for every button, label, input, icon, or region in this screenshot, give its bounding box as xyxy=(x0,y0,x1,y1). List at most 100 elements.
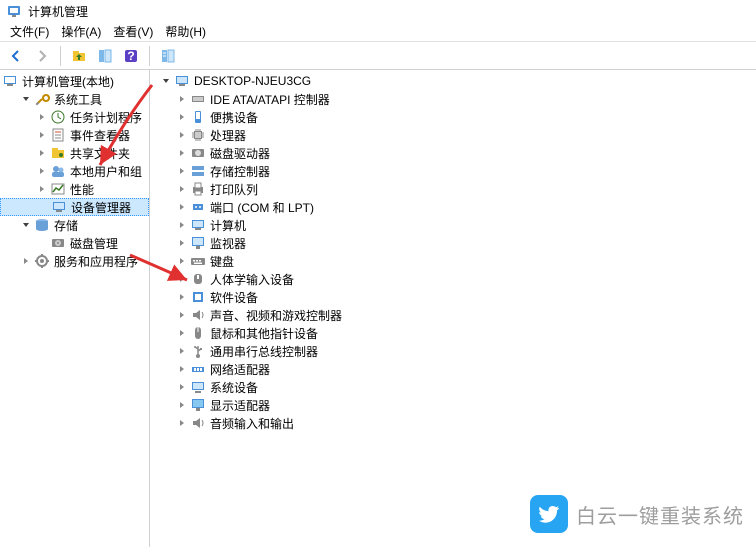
monitor-icon xyxy=(190,235,206,251)
device-category[interactable]: 存储控制器 xyxy=(150,162,756,180)
chevron-right-icon[interactable] xyxy=(174,397,190,413)
sidebar-group-label: 服务和应用程序 xyxy=(54,253,138,270)
chevron-right-icon[interactable] xyxy=(174,181,190,197)
sidebar-group[interactable]: 存储 xyxy=(0,216,149,234)
device-category-label: 软件设备 xyxy=(210,289,258,306)
svg-text:?: ? xyxy=(127,49,134,63)
event-icon xyxy=(50,127,66,143)
chevron-right-icon[interactable] xyxy=(174,415,190,431)
sidebar-item[interactable]: 性能 xyxy=(0,180,149,198)
chevron-right-icon[interactable] xyxy=(174,163,190,179)
sidebar-item[interactable]: 共享文件夹 xyxy=(0,144,149,162)
sidebar-item[interactable]: 事件查看器 xyxy=(0,126,149,144)
device-tree: DESKTOP-NJEU3CG IDE ATA/ATAPI 控制器便携设备处理器… xyxy=(150,70,756,547)
chevron-right-icon[interactable] xyxy=(174,109,190,125)
device-category-label: 磁盘驱动器 xyxy=(210,145,270,162)
device-category[interactable]: 通用串行总线控制器 xyxy=(150,342,756,360)
chevron-right-icon[interactable] xyxy=(174,145,190,161)
menu-action[interactable]: 操作(A) xyxy=(55,21,107,42)
chevron-right-icon[interactable] xyxy=(174,253,190,269)
device-category[interactable]: 音频输入和输出 xyxy=(150,414,756,432)
device-category[interactable]: 声音、视频和游戏控制器 xyxy=(150,306,756,324)
sidebar-group[interactable]: 系统工具 xyxy=(0,90,149,108)
port-icon xyxy=(190,199,206,215)
forward-button[interactable] xyxy=(30,44,54,68)
sidebar-item[interactable]: 设备管理器 xyxy=(0,198,149,216)
chevron-right-icon[interactable] xyxy=(174,235,190,251)
software-icon xyxy=(190,289,206,305)
device-category[interactable]: 键盘 xyxy=(150,252,756,270)
sidebar-root-label: 计算机管理(本地) xyxy=(22,73,114,90)
chevron-right-icon[interactable] xyxy=(174,199,190,215)
sidebar-group[interactable]: 服务和应用程序 xyxy=(0,252,149,270)
tools-icon xyxy=(34,91,50,107)
device-category-label: IDE ATA/ATAPI 控制器 xyxy=(210,91,330,108)
chevron-right-icon[interactable] xyxy=(174,379,190,395)
chevron-right-icon[interactable] xyxy=(174,289,190,305)
keyboard-icon xyxy=(190,253,206,269)
up-button[interactable] xyxy=(67,44,91,68)
chevron-down-icon[interactable] xyxy=(18,217,34,233)
device-category[interactable]: 系统设备 xyxy=(150,378,756,396)
device-category[interactable]: IDE ATA/ATAPI 控制器 xyxy=(150,90,756,108)
sidebar-item-label: 本地用户和组 xyxy=(70,163,142,180)
device-category[interactable]: 端口 (COM 和 LPT) xyxy=(150,198,756,216)
chevron-right-icon[interactable] xyxy=(34,145,50,161)
device-root[interactable]: DESKTOP-NJEU3CG xyxy=(150,72,756,90)
device-category-label: 打印队列 xyxy=(210,181,258,198)
show-hide-button[interactable] xyxy=(93,44,117,68)
sidebar-group-label: 存储 xyxy=(54,217,78,234)
properties-button[interactable] xyxy=(156,44,180,68)
sidebar-item[interactable]: 本地用户和组 xyxy=(0,162,149,180)
chevron-right-icon[interactable] xyxy=(174,307,190,323)
back-button[interactable] xyxy=(4,44,28,68)
chevron-down-icon[interactable] xyxy=(158,73,174,89)
toolbar-separator xyxy=(149,46,150,66)
chevron-right-icon[interactable] xyxy=(174,271,190,287)
chevron-right-icon[interactable] xyxy=(174,217,190,233)
device-category[interactable]: 便携设备 xyxy=(150,108,756,126)
device-category[interactable]: 计算机 xyxy=(150,216,756,234)
device-category[interactable]: 显示适配器 xyxy=(150,396,756,414)
chevron-right-icon[interactable] xyxy=(174,361,190,377)
storage-ctrl-icon xyxy=(190,163,206,179)
chevron-down-icon[interactable] xyxy=(18,91,34,107)
sidebar-root[interactable]: 计算机管理(本地) xyxy=(0,72,149,90)
menu-view[interactable]: 查看(V) xyxy=(107,21,159,42)
menu-help[interactable]: 帮助(H) xyxy=(159,21,212,42)
computer-icon xyxy=(190,217,206,233)
disk-icon xyxy=(50,235,66,251)
device-category[interactable]: 处理器 xyxy=(150,126,756,144)
device-category[interactable]: 磁盘驱动器 xyxy=(150,144,756,162)
chevron-right-icon[interactable] xyxy=(34,127,50,143)
help-button[interactable]: ? xyxy=(119,44,143,68)
device-category[interactable]: 打印队列 xyxy=(150,180,756,198)
device-category-label: 人体学输入设备 xyxy=(210,271,294,288)
chevron-right-icon[interactable] xyxy=(34,163,50,179)
chevron-right-icon[interactable] xyxy=(174,127,190,143)
menu-file[interactable]: 文件(F) xyxy=(4,21,55,42)
device-category[interactable]: 网络适配器 xyxy=(150,360,756,378)
storage-icon xyxy=(34,217,50,233)
device-category[interactable]: 软件设备 xyxy=(150,288,756,306)
chevron-right-icon[interactable] xyxy=(174,325,190,341)
window-title: 计算机管理 xyxy=(28,3,88,20)
sidebar-item[interactable]: 任务计划程序 xyxy=(0,108,149,126)
chevron-right-icon[interactable] xyxy=(174,343,190,359)
device-category[interactable]: 人体学输入设备 xyxy=(150,270,756,288)
sidebar-item-label: 设备管理器 xyxy=(71,199,131,216)
device-category-label: 网络适配器 xyxy=(210,361,270,378)
chevron-right-icon[interactable] xyxy=(34,109,50,125)
sidebar-item-label: 共享文件夹 xyxy=(70,145,130,162)
chevron-right-icon[interactable] xyxy=(18,253,34,269)
sidebar-item-label: 性能 xyxy=(70,181,94,198)
diskdrive-icon xyxy=(190,145,206,161)
device-category[interactable]: 监视器 xyxy=(150,234,756,252)
chevron-right-icon[interactable] xyxy=(174,91,190,107)
users-icon xyxy=(50,163,66,179)
device-category-label: 声音、视频和游戏控制器 xyxy=(210,307,342,324)
sound-icon xyxy=(190,307,206,323)
chevron-right-icon[interactable] xyxy=(34,181,50,197)
device-category[interactable]: 鼠标和其他指针设备 xyxy=(150,324,756,342)
sidebar-item[interactable]: 磁盘管理 xyxy=(0,234,149,252)
